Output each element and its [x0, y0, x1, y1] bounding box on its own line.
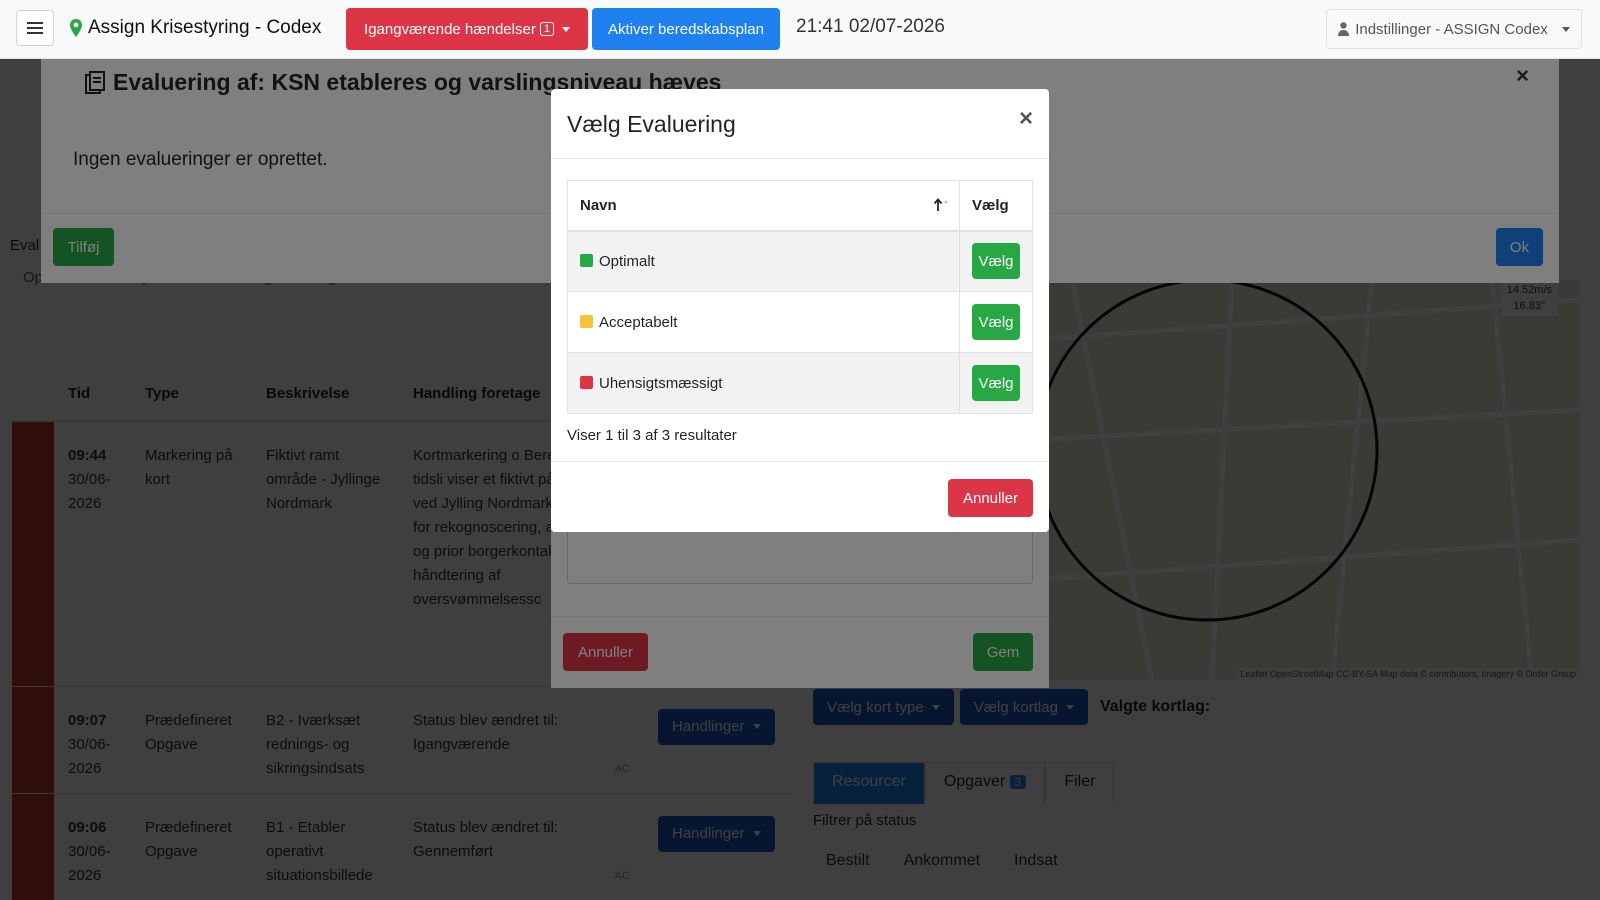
option-name: Optimalt: [599, 252, 655, 270]
settings-label: Indstillinger - ASSIGN Codex: [1355, 20, 1548, 38]
option-name-cell: Acceptabelt: [567, 291, 960, 353]
sort-ascending-icon: [933, 198, 948, 211]
status-color-swatch: [580, 253, 593, 267]
map-pin-icon: [70, 19, 82, 37]
top-navbar: Assign Krisestyring - Codex Igangværende…: [0, 0, 1600, 59]
option-name: Uhensigtsmæssigt: [599, 374, 723, 392]
column-header-name-label: Navn: [580, 196, 617, 214]
option-select-cell: Vælg: [959, 230, 1033, 292]
table-row: Acceptabelt Vælg: [567, 291, 1033, 353]
incidents-label: Igangværende hændelser: [364, 20, 536, 38]
modal-title: Vælg Evaluering: [567, 111, 736, 137]
chevron-down-icon: [1561, 26, 1570, 32]
incidents-dropdown-button[interactable]: Igangværende hændelser 1: [346, 8, 588, 50]
select-optimalt-button[interactable]: Vælg: [972, 243, 1020, 280]
evaluation-options-table: Navn Vælg Optimalt Vælg Acceptabelt Vælg…: [567, 180, 1033, 414]
modal-footer: Annuller: [551, 461, 1049, 532]
option-name: Acceptabelt: [599, 313, 678, 331]
menu-toggle-button[interactable]: [16, 10, 54, 46]
clock: 21:41 02/07-2026: [796, 16, 945, 37]
select-evaluation-modal: Vælg Evaluering × Navn Vælg Optimalt Væl…: [551, 89, 1049, 532]
modal-header: Vælg Evaluering ×: [551, 89, 1049, 159]
select-uhensigtsmaessigt-button[interactable]: Vælg: [972, 365, 1020, 401]
status-color-swatch: [580, 314, 593, 328]
incidents-count-badge: 1: [539, 22, 554, 36]
cancel-button[interactable]: Annuller: [948, 479, 1033, 517]
chevron-down-icon: [561, 26, 570, 32]
option-name-cell: Optimalt: [567, 230, 960, 292]
results-info: Viser 1 til 3 af 3 resultater: [567, 427, 737, 444]
column-header-select: Vælg: [959, 180, 1033, 232]
status-color-swatch: [580, 375, 593, 389]
settings-dropdown[interactable]: Indstillinger - ASSIGN Codex: [1326, 9, 1582, 49]
option-select-cell: Vælg: [959, 291, 1033, 353]
table-row: Uhensigtsmæssigt Vælg: [567, 352, 1033, 414]
brand-title: Assign Krisestyring - Codex: [88, 17, 322, 38]
option-name-cell: Uhensigtsmæssigt: [567, 352, 960, 414]
close-icon[interactable]: ×: [1019, 105, 1033, 133]
hamburger-icon: [27, 22, 43, 34]
activate-plan-button[interactable]: Aktiver beredskabsplan: [592, 8, 780, 50]
column-header-name[interactable]: Navn: [567, 180, 960, 232]
option-select-cell: Vælg: [959, 352, 1033, 414]
brand[interactable]: Assign Krisestyring - Codex: [70, 17, 321, 39]
table-row: Optimalt Vælg: [567, 230, 1033, 292]
user-icon: [1338, 22, 1350, 36]
select-acceptabelt-button[interactable]: Vælg: [972, 304, 1020, 340]
